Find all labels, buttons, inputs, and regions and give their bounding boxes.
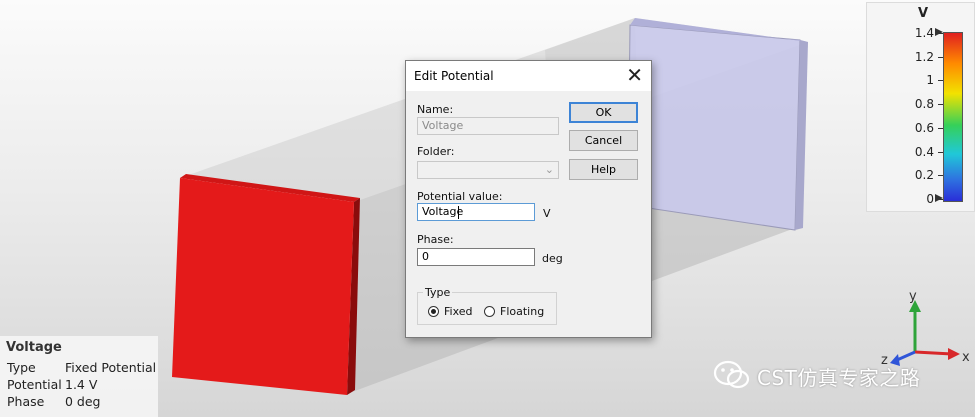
axes-gizmo[interactable]: y x z — [881, 289, 970, 368]
edit-potential-dialog: Edit Potential ✕ Name: Voltage Folder: ⌄… — [405, 60, 652, 338]
legend-tick-label: 0 — [926, 192, 934, 206]
type-fixed-label[interactable]: Fixed — [444, 305, 473, 318]
legend-max-marker[interactable] — [935, 28, 943, 36]
info-row-potential: Potential 1.4 V — [7, 377, 98, 392]
close-icon[interactable]: ✕ — [626, 64, 643, 86]
legend-tick-label: 0.4 — [914, 144, 934, 159]
legend-tick-mark — [938, 104, 943, 106]
left-plate-front — [172, 178, 354, 395]
chevron-down-icon: ⌄ — [544, 163, 554, 176]
legend-tick-label: 1 — [926, 73, 934, 88]
info-panel: Voltage Type Fixed Potential Potential 1.4… — [0, 336, 158, 417]
watermark-text: CST仿真专家之路 — [757, 366, 921, 390]
dialog-title: Edit Potential — [414, 69, 494, 83]
legend-tick-mark — [938, 151, 943, 153]
legend-min-marker[interactable] — [935, 194, 943, 202]
right-plate-front — [627, 24, 801, 231]
legend-tick-mark — [938, 80, 943, 82]
dialog-titlebar[interactable]: Edit Potential ✕ — [406, 61, 651, 91]
watermark: CST仿真专家之路 — [712, 358, 920, 390]
legend-tick-mark — [938, 127, 943, 129]
name-field[interactable]: Voltage — [417, 117, 559, 135]
type-floating-radio[interactable] — [484, 306, 495, 317]
type-groupbox: Type Fixed Floating — [417, 286, 557, 325]
potential-unit: V — [543, 207, 551, 220]
info-title: Voltage — [6, 340, 62, 355]
legend-tick-label: 1.4 — [914, 26, 934, 40]
type-fixed-radio[interactable] — [428, 306, 439, 317]
axis-label-x: x — [962, 350, 970, 365]
potential-value-input[interactable]: Voltage — [417, 203, 535, 221]
legend-unit: V — [918, 6, 929, 21]
legend-tick-label: 1.2 — [914, 49, 934, 64]
phase-label: Phase: — [417, 233, 454, 246]
axis-label-y: y — [909, 289, 917, 304]
type-group-label: Type — [423, 286, 453, 299]
phase-unit: deg — [542, 252, 563, 265]
name-label: Name: — [417, 103, 454, 116]
folder-label: Folder: — [417, 145, 455, 158]
text-caret — [458, 206, 459, 219]
info-row-phase: Phase 0 deg — [7, 394, 101, 409]
legend-tick-label: 0.2 — [914, 168, 934, 183]
cancel-button[interactable]: Cancel — [569, 130, 638, 151]
wechat-icon — [713, 360, 750, 389]
help-button[interactable]: Help — [569, 159, 638, 180]
color-legend: V 1.4 1.2 1 0.8 0.6 0.4 0.2 0 — [866, 2, 975, 212]
ok-button[interactable]: OK — [569, 102, 638, 123]
legend-tick-label: 0.6 — [914, 120, 934, 135]
legend-tick-mark — [938, 175, 943, 177]
info-row-type: Type Fixed Potential — [7, 360, 157, 375]
legend-tick-mark — [938, 56, 943, 58]
legend-color-bar — [943, 32, 963, 202]
type-floating-label[interactable]: Floating — [500, 305, 544, 318]
folder-dropdown[interactable]: ⌄ — [417, 161, 559, 179]
potential-value-label: Potential value: — [417, 190, 503, 203]
phase-input[interactable]: 0 — [417, 248, 535, 266]
legend-tick-label: 0.8 — [914, 97, 934, 112]
